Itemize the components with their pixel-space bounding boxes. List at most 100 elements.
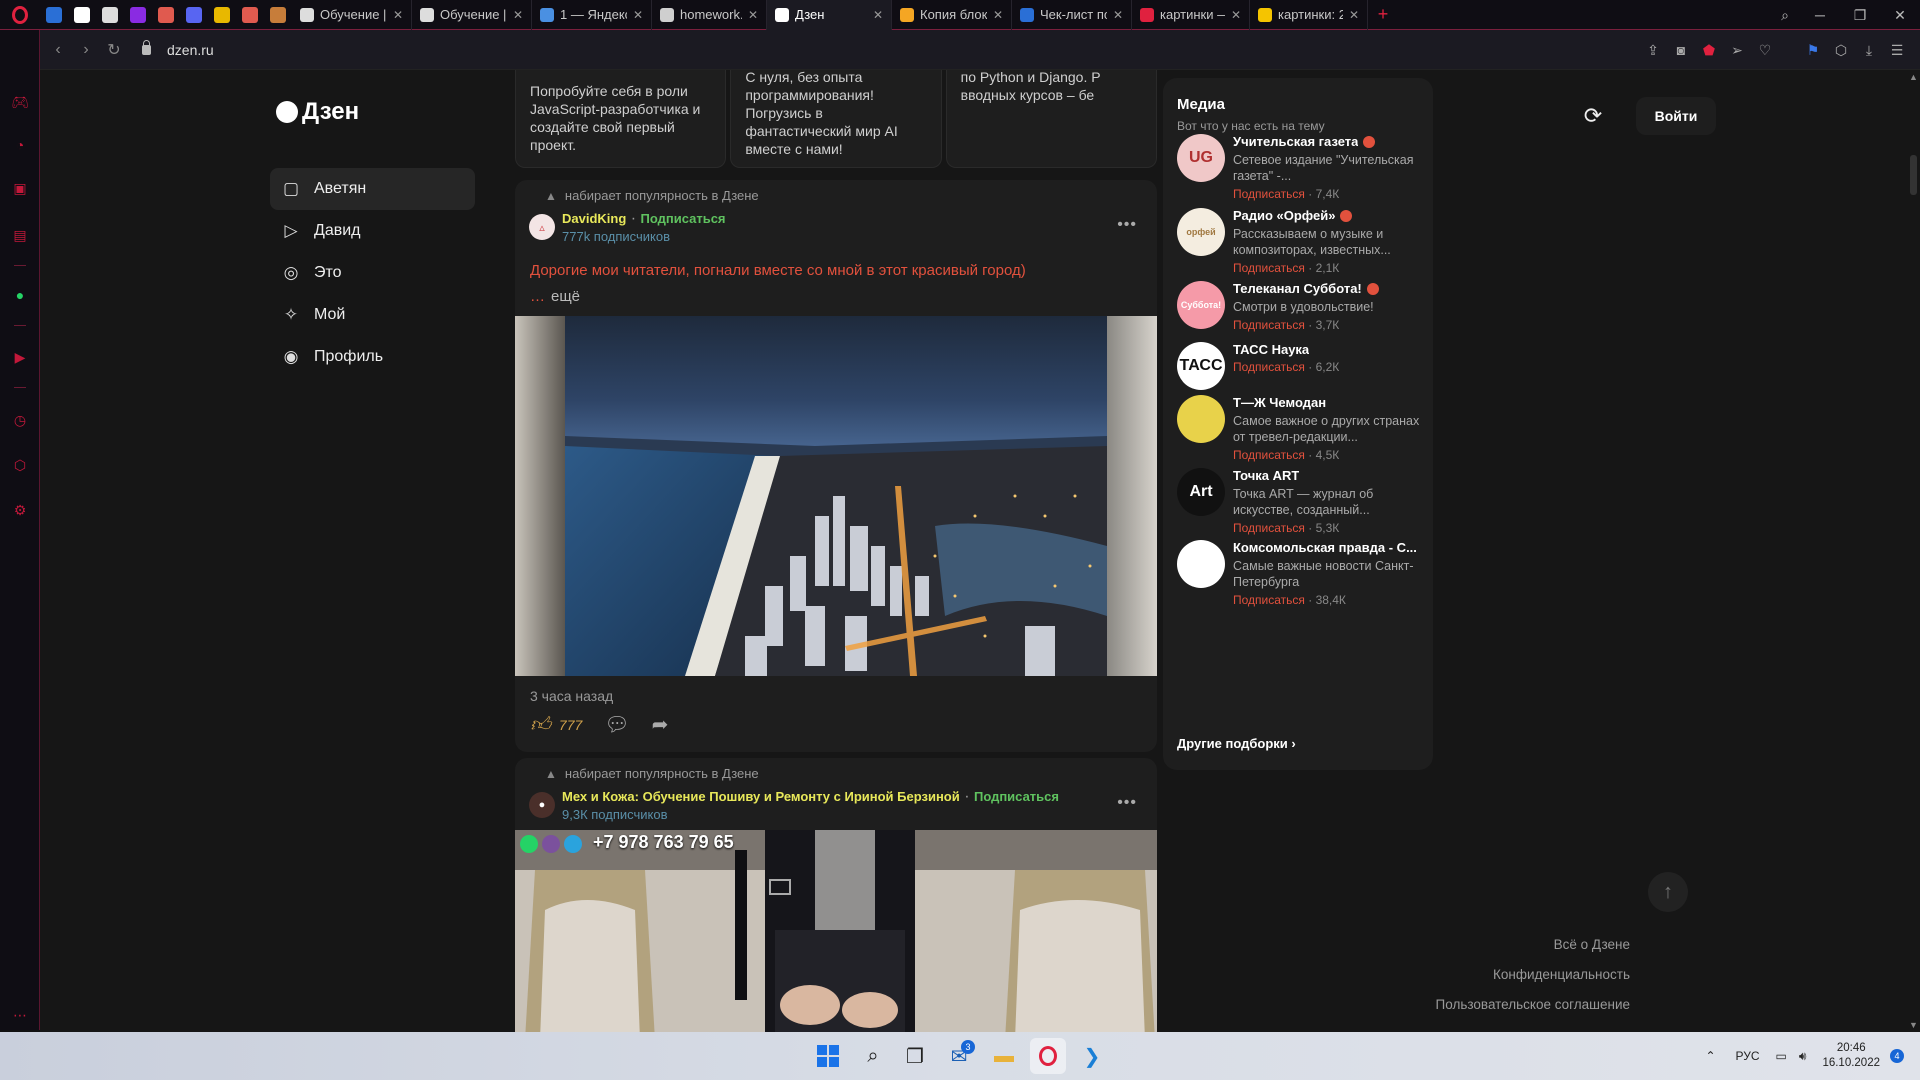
settings-icon[interactable]: ⚙ (10, 500, 30, 520)
browser-tab[interactable]: Дзен ✕ (767, 0, 892, 30)
subscribe-link[interactable]: Подписаться (1233, 261, 1305, 275)
channel-name[interactable]: Радио «Орфей» (1233, 208, 1422, 223)
close-tab-icon[interactable]: ✕ (748, 8, 758, 22)
menu-item[interactable]: ◉ Профиль (270, 336, 475, 378)
menu-item[interactable]: ▢ Аветян (270, 168, 475, 210)
share-icon[interactable]: ⇪ (1644, 41, 1662, 59)
course-card[interactable]: по Python и Django. Р вводных курсов – б… (945, 70, 1157, 168)
media-channel[interactable]: орфей Радио «Орфей» Рассказываем о музыке … (1177, 208, 1422, 275)
media-channel[interactable]: Art Точка ART Точка ART — журнал об искусс… (1177, 468, 1422, 535)
forward-button[interactable]: › (72, 36, 100, 64)
course-card[interactable]: С нуля, без опыта программирования! Погр… (730, 70, 942, 168)
menu-item[interactable]: ◎ Это (270, 252, 475, 294)
clock[interactable]: 20:46 16.10.2022 (1822, 1041, 1880, 1071)
media-channel[interactable]: ТАСС ТАСС Наука Подписаться · 6,2К (1177, 342, 1422, 390)
start-button[interactable] (810, 1038, 846, 1074)
close-tab-icon[interactable]: ✕ (633, 8, 643, 22)
opera-taskbar-icon[interactable] (1030, 1038, 1066, 1074)
subscribe-link[interactable]: Подписаться (1233, 448, 1305, 462)
mail-icon[interactable]: ✉ 3 (941, 1038, 977, 1074)
media-channel[interactable]: Т—Ж Чемодан Самое важное о других странах… (1177, 395, 1422, 462)
subscribe-link[interactable]: Подписаться (1233, 521, 1305, 535)
page-scrollbar[interactable]: ▲ ▼ (1906, 70, 1920, 1032)
post-menu-icon[interactable]: ••• (1117, 794, 1137, 812)
player-icon[interactable]: ▶ (10, 347, 30, 367)
comment-icon[interactable]: 💬︎ (604, 712, 629, 737)
notifications-badge[interactable]: 4 (1890, 1049, 1904, 1063)
like-button[interactable]: 👍︎ 777 (530, 713, 582, 737)
sidebar-more-icon[interactable]: ⋯ (10, 1005, 30, 1025)
menu-item[interactable]: ▷ Давид (270, 210, 475, 252)
opera-menu-button[interactable] (0, 0, 40, 30)
volume-icon[interactable]: 🔊︎ (1799, 1049, 1807, 1064)
flag-icon[interactable]: ⚑ (1804, 41, 1822, 59)
speed-icon[interactable]: ◔ (10, 135, 30, 155)
close-tab-icon[interactable]: ✕ (513, 8, 523, 22)
browser-tab[interactable]: 1 — Яндекс.Диск ✕ (532, 0, 652, 30)
scroll-up-button[interactable]: ↑ (1648, 872, 1688, 912)
games-icon[interactable]: 🎮︎ (10, 92, 30, 112)
subscribe-link[interactable]: Подписаться (1233, 318, 1305, 332)
post-image[interactable] (515, 316, 1157, 676)
close-tab-icon[interactable]: ✕ (1113, 8, 1123, 22)
channel-name[interactable]: Телеканал Суббота! (1233, 281, 1422, 296)
media-channel[interactable]: UG Учительская газета Сетевое издание "Учи… (1177, 134, 1422, 201)
course-card[interactable]: Попробуйте себя в роли JavaScript-разраб… (515, 70, 727, 168)
channel-name[interactable]: Точка ART (1233, 468, 1422, 483)
language-indicator[interactable]: РУС (1736, 1049, 1760, 1063)
network-icon[interactable]: ▭ (1776, 1049, 1787, 1063)
post-video-preview[interactable]: +7 978 763 79 65 (515, 830, 1157, 1032)
post-menu-icon[interactable]: ••• (1117, 216, 1137, 234)
extensions-icon[interactable]: ⬡ (10, 455, 30, 475)
pinned-tab[interactable] (236, 0, 264, 30)
subscribe-link[interactable]: Подписаться (1233, 593, 1305, 607)
subscribe-link[interactable]: Подписаться (1233, 187, 1305, 201)
browser-tab[interactable]: Обучение | Geek ✕ (412, 0, 532, 30)
pinned-tab[interactable] (68, 0, 96, 30)
login-button[interactable]: Войти (1636, 97, 1716, 135)
pinned-tab[interactable] (180, 0, 208, 30)
channel-avatar[interactable]: Суббота! (1177, 281, 1225, 329)
channel-avatar[interactable] (1177, 395, 1225, 443)
minimize-button[interactable]: ─ (1805, 0, 1835, 30)
author-name[interactable]: Мех и Кожа: Обучение Пошиву и Ремонту с … (562, 789, 960, 804)
restore-button[interactable]: ❐ (1845, 0, 1875, 30)
channel-name[interactable]: Комсомольская правда - С... (1233, 540, 1422, 555)
channel-avatar[interactable]: орфей (1177, 208, 1225, 256)
subscribe-link[interactable]: Подписаться (974, 789, 1059, 804)
footer-link[interactable]: Конфиденциальность (1436, 960, 1630, 990)
browser-tab[interactable]: Копия блокнота ✕ (892, 0, 1012, 30)
close-tab-icon[interactable]: ✕ (393, 8, 403, 22)
close-tab-icon[interactable]: ✕ (1231, 8, 1241, 22)
pinned-tab[interactable] (208, 0, 236, 30)
tray-chevron-icon[interactable]: ⌃ (1705, 1049, 1715, 1063)
browser-tab[interactable]: картинки — Янд ✕ (1132, 0, 1250, 30)
author-avatar[interactable]: ▵ (529, 214, 555, 240)
other-collections-link[interactable]: Другие подборки › (1177, 736, 1296, 751)
pinned-tab[interactable] (264, 0, 292, 30)
channel-avatar[interactable]: UG (1177, 134, 1225, 182)
camera-icon[interactable]: ◙ (1672, 41, 1690, 59)
url-field[interactable]: dzen.ru (142, 39, 214, 58)
pinned-tab[interactable] (152, 0, 180, 30)
easy-setup-icon[interactable]: ☰ (1888, 41, 1906, 59)
browser-tab[interactable]: Обучение | Geek ✕ (292, 0, 412, 30)
search-icon[interactable]: ⌕ (855, 1038, 891, 1074)
tab-search-icon[interactable]: ⌕ (1770, 0, 1800, 30)
file-explorer-icon[interactable]: ▬ (986, 1038, 1022, 1074)
menu-item[interactable]: ✧ Мой (270, 294, 475, 336)
close-tab-icon[interactable]: ✕ (1349, 8, 1359, 22)
browser-tab[interactable]: картинки: 2 тыс ✕ (1250, 0, 1368, 30)
close-tab-icon[interactable]: ✕ (993, 8, 1003, 22)
refresh-feed-icon[interactable]: ⟳ (1580, 103, 1606, 129)
twitch-icon[interactable]: ▤ (10, 225, 30, 245)
browser-tab[interactable]: Чек-лист по под ✕ (1012, 0, 1132, 30)
channel-avatar[interactable]: ТАСС (1177, 342, 1225, 390)
subscribe-link[interactable]: Подписаться (641, 211, 726, 226)
task-view-icon[interactable]: ❐ (897, 1038, 933, 1074)
author-avatar[interactable]: ● (529, 792, 555, 818)
history-icon[interactable]: ◷ (10, 410, 30, 430)
download-icon[interactable]: ⤓ (1860, 41, 1878, 59)
dzen-logo[interactable]: Дзен (276, 98, 359, 126)
footer-link[interactable]: Пользовательское соглашение (1436, 990, 1630, 1020)
